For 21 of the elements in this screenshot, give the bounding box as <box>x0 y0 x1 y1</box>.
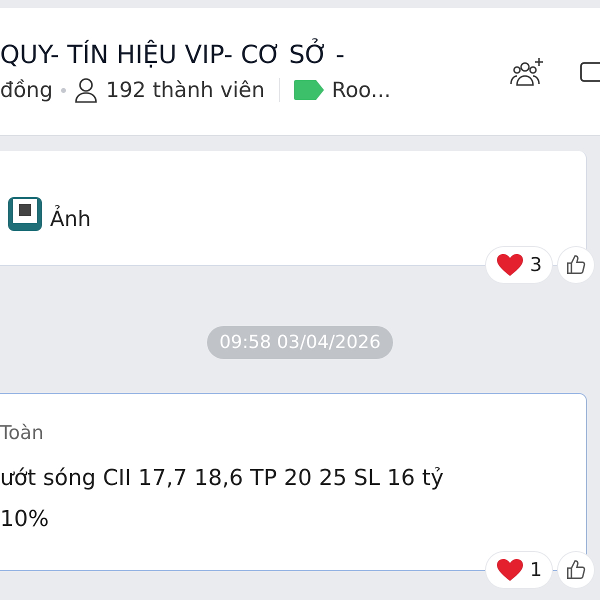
member-count[interactable]: 192 thành viên <box>106 78 265 102</box>
sender-name: Toàn <box>0 422 45 444</box>
message-text: ướt sóng CII 17,7 18,6 TP 20 25 SL 16 tỷ <box>0 465 445 493</box>
thumbs-up-icon <box>565 559 587 581</box>
message-text: 10% <box>0 506 50 534</box>
heart-icon <box>496 558 524 582</box>
like-button[interactable] <box>558 247 594 283</box>
tag-label[interactable]: Roo... <box>332 78 391 102</box>
person-icon <box>74 77 98 103</box>
heart-icon <box>496 253 524 277</box>
thumbs-up-icon <box>565 254 587 276</box>
separator-dot <box>60 88 66 92</box>
timestamp-pill: 09:58 03/04/2026 <box>207 326 393 359</box>
image-file-icon <box>8 197 42 231</box>
reaction-count[interactable]: 3 <box>486 247 552 283</box>
attachment-label[interactable]: Ảnh <box>50 207 91 231</box>
add-members-icon[interactable] <box>508 56 546 88</box>
group-title: QUY- TÍN HIỆU VIP- CƠ SỞ - <box>0 40 346 69</box>
status-text: đồng <box>0 78 53 102</box>
like-button[interactable] <box>558 552 594 588</box>
reaction-count[interactable]: 1 <box>486 552 552 588</box>
